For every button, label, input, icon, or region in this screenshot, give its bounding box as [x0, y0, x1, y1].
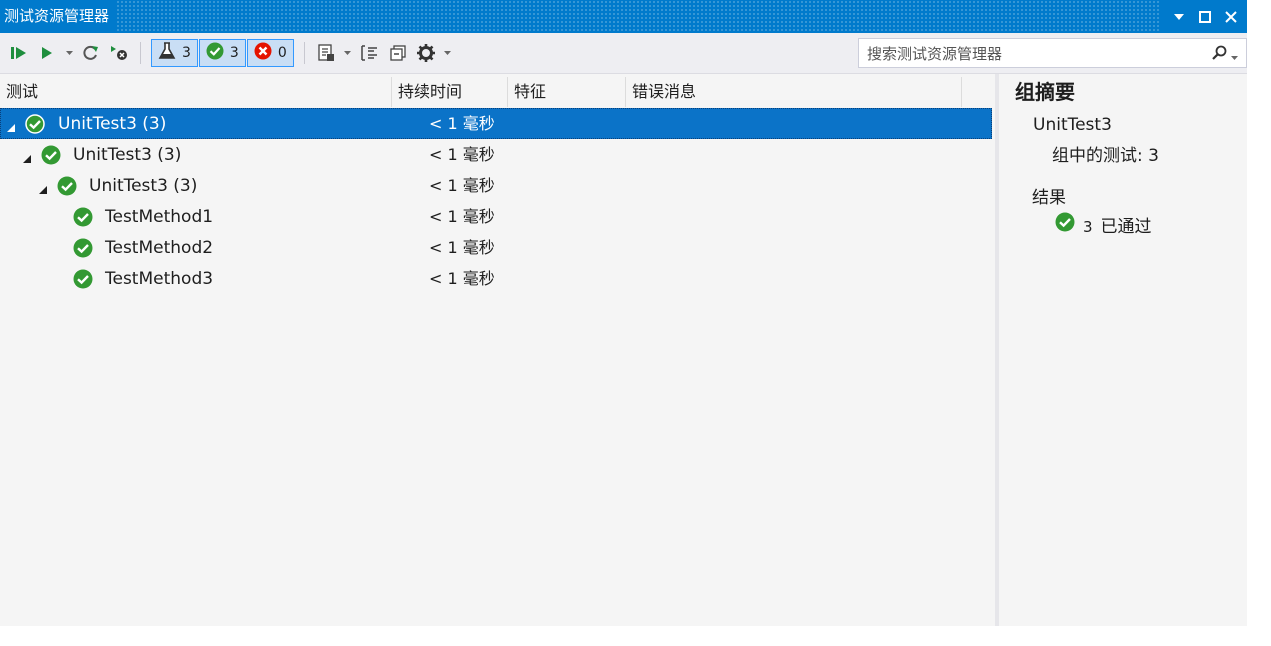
summary-title: 组摘要 — [1015, 80, 1075, 104]
tree-row-name: UnitTest3 (3) — [73, 145, 182, 165]
filter-passed-count: 3 — [229, 45, 239, 61]
column-test[interactable]: 测试 — [0, 74, 390, 108]
filter-all-button[interactable]: 3 — [151, 39, 198, 67]
run-icon[interactable] — [36, 41, 58, 65]
tree-row-duration: < 1 毫秒 — [429, 176, 495, 195]
filter-all-count: 3 — [182, 45, 191, 61]
tree-row[interactable]: UnitTest3 (3) < 1 毫秒 — [0, 108, 992, 139]
group-by-icon[interactable] — [359, 41, 381, 65]
passed-icon — [1055, 212, 1075, 241]
search-button[interactable] — [1211, 45, 1238, 65]
passed-icon — [57, 176, 77, 196]
tree-row-duration: < 1 毫秒 — [429, 238, 495, 257]
settings-dropdown-icon[interactable] — [443, 50, 453, 56]
flask-icon — [158, 42, 176, 64]
column-error-message[interactable]: 错误消息 — [626, 74, 961, 108]
tree-row-name: UnitTest3 (3) — [58, 114, 167, 134]
tree-row[interactable]: UnitTest3 (3) < 1 毫秒 — [0, 139, 992, 170]
tree-row-name: TestMethod3 — [105, 269, 214, 289]
summary-group-name: UnitTest3 — [1033, 115, 1112, 135]
filter-group: 3 3 0 — [151, 39, 294, 67]
passed-icon — [73, 238, 93, 258]
toolbar: 3 3 0 — [0, 33, 1247, 74]
passed-icon — [206, 42, 224, 64]
tree-row[interactable]: TestMethod1 < 1 毫秒 — [0, 201, 992, 232]
tree-row[interactable]: UnitTest3 (3) < 1 毫秒 — [0, 170, 992, 201]
expand-arrow-icon[interactable] — [38, 180, 48, 194]
playlist-icon[interactable] — [315, 41, 337, 65]
tree-row-name: TestMethod2 — [105, 238, 214, 258]
tree-row-duration: < 1 毫秒 — [429, 114, 495, 133]
search-icon — [1211, 45, 1227, 65]
passed-icon — [73, 269, 93, 289]
window-menu-dropdown-icon[interactable] — [1171, 9, 1187, 25]
maximize-icon[interactable] — [1197, 9, 1213, 25]
summary-tests-in-group: 组中的测试: 3 — [1052, 146, 1159, 166]
filter-failed-button[interactable]: 0 — [246, 39, 294, 67]
column-duration[interactable]: 持续时间 — [392, 74, 507, 108]
tree-row[interactable]: TestMethod3 < 1 毫秒 — [0, 263, 992, 294]
filter-failed-count: 0 — [277, 45, 287, 61]
passed-icon — [41, 145, 61, 165]
summary-passed-label: 已通过 — [1100, 216, 1152, 237]
column-header: 测试 持续时间 特征 错误消息 — [0, 74, 990, 108]
test-explorer-window: 测试资源管理器 3 3 0 搜索测试资源管理器 测试 持续时间 特征 错误消息 … — [0, 0, 1247, 626]
run-all-icon[interactable] — [8, 41, 30, 65]
tree-row-duration: < 1 毫秒 — [429, 145, 495, 164]
window-title: 测试资源管理器 — [0, 0, 116, 33]
run-dropdown-icon[interactable] — [64, 50, 74, 56]
summary-results-label: 结果 — [1032, 188, 1066, 208]
title-bar: 测试资源管理器 — [0, 0, 1247, 33]
cancel-run-icon[interactable] — [108, 41, 130, 65]
search-box — [858, 38, 1247, 69]
window-controls — [1161, 0, 1247, 33]
summary-passed-link[interactable]: 3 已通过 — [1055, 212, 1152, 241]
failed-icon — [254, 42, 272, 64]
search-input[interactable] — [865, 39, 1189, 69]
refresh-icon[interactable] — [80, 41, 102, 65]
toolbar-separator — [140, 42, 141, 64]
expand-arrow-icon[interactable] — [6, 118, 16, 132]
column-divider[interactable] — [961, 77, 962, 107]
passed-icon — [25, 114, 45, 134]
group-summary-pane: 组摘要 UnitTest3 组中的测试: 3 结果 3 已通过 — [999, 74, 1247, 626]
filter-passed-button[interactable]: 3 — [198, 39, 246, 67]
search-dropdown-icon — [1231, 46, 1238, 65]
toolbar-separator — [303, 42, 305, 64]
tree-row-duration: < 1 毫秒 — [429, 269, 495, 288]
passed-icon — [73, 207, 93, 227]
tree-row-duration: < 1 毫秒 — [429, 207, 495, 226]
summary-passed-count: 3 — [1083, 217, 1093, 236]
playlist-dropdown-icon[interactable] — [343, 50, 353, 56]
tree-row-name: TestMethod1 — [105, 207, 214, 227]
tree-row[interactable]: TestMethod2 < 1 毫秒 — [0, 232, 992, 263]
tree-row-name: UnitTest3 (3) — [89, 176, 198, 196]
gear-icon[interactable] — [415, 41, 437, 65]
collapse-icon[interactable] — [387, 41, 409, 65]
expand-arrow-icon[interactable] — [22, 149, 32, 163]
close-icon[interactable] — [1223, 9, 1239, 25]
column-traits[interactable]: 特征 — [508, 74, 625, 108]
